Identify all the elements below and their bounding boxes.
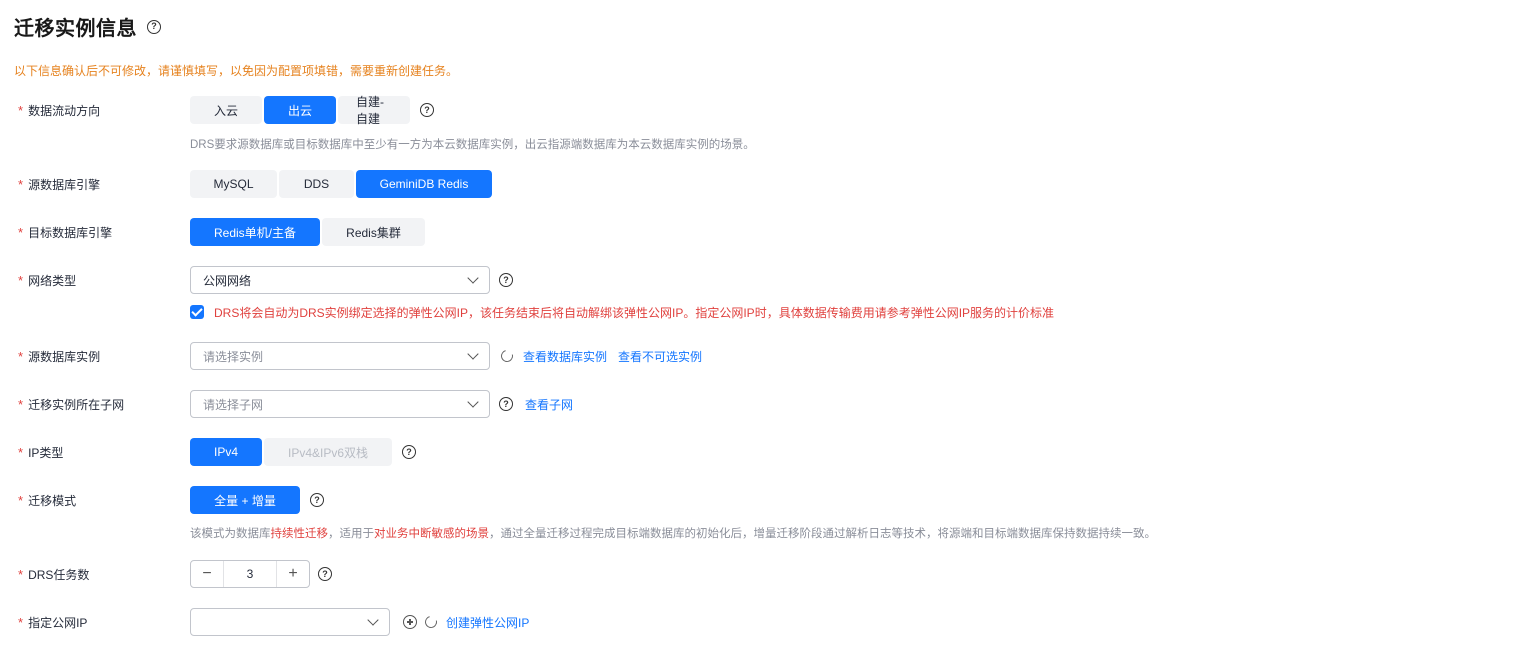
refresh-icon[interactable] — [498, 347, 516, 365]
view-instance-link[interactable]: 查看数据库实例 — [523, 348, 607, 365]
required-mark: * — [18, 348, 24, 364]
source-engine-field: MySQL DDS GeminiDB Redis — [190, 170, 492, 198]
migration-mode-field: 全量 + 增量 ? — [190, 486, 324, 514]
help-icon[interactable]: ? — [420, 103, 434, 117]
subnet-select[interactable]: 请选择子网 — [190, 390, 490, 418]
eip-checkbox-text: DRS将会自动为DRS实例绑定选择的弹性公网IP，该任务结束后将自动解绑该弹性公… — [214, 305, 1055, 320]
flow-direction-label: 数据流动方向 — [28, 103, 101, 118]
help-icon[interactable]: ? — [402, 445, 416, 459]
required-mark: * — [18, 614, 24, 630]
option-ipv4[interactable]: IPv4 — [190, 438, 262, 466]
required-mark: * — [18, 102, 24, 118]
increment-button[interactable]: + — [277, 561, 309, 587]
eip-checkbox[interactable] — [190, 305, 204, 319]
option-redis-cluster[interactable]: Redis集群 — [322, 218, 425, 246]
field-label: * 数据流动方向 — [18, 96, 100, 124]
source-instance-label: 源数据库实例 — [28, 349, 101, 364]
ip-type-segment: IPv4 IPv4&IPv6双栈 — [190, 438, 392, 466]
chevron-down-icon — [467, 348, 479, 360]
required-mark: * — [18, 272, 24, 288]
target-engine-field: Redis单机/主备 Redis集群 — [190, 218, 425, 246]
field-label: * 迁移模式 — [18, 486, 76, 514]
public-ip-label: 指定公网IP — [28, 615, 88, 630]
target-engine-segment: Redis单机/主备 Redis集群 — [190, 218, 425, 246]
section-title: 迁移实例信息 — [14, 18, 137, 40]
task-count-input[interactable]: 3 — [223, 561, 277, 587]
field-label: * 网络类型 — [18, 266, 76, 294]
required-mark: * — [18, 566, 24, 582]
required-mark: * — [18, 224, 24, 240]
hint-text: 该模式为数据库 — [190, 528, 271, 540]
chevron-down-icon — [467, 272, 479, 284]
required-mark: * — [18, 396, 24, 412]
field-label: * IP类型 — [18, 438, 63, 466]
flow-direction-field: 入云 出云 自建-自建 ? — [190, 95, 434, 126]
add-circle-icon[interactable] — [403, 615, 417, 629]
migration-mode-hint: 该模式为数据库持续性迁移，适用于对业务中断敏感的场景，通过全量迁移过程完成目标端… — [190, 525, 1156, 541]
field-label: * 指定公网IP — [18, 608, 87, 636]
target-engine-label: 目标数据库引擎 — [28, 225, 113, 240]
help-icon[interactable]: ? — [499, 273, 513, 287]
source-instance-select[interactable]: 请选择实例 — [190, 342, 490, 370]
field-label: * DRS任务数 — [18, 560, 89, 588]
public-ip-field: 创建弹性公网IP — [190, 608, 529, 636]
source-instance-placeholder: 请选择实例 — [203, 349, 264, 364]
source-engine-label: 源数据库引擎 — [28, 177, 101, 192]
option-dds[interactable]: DDS — [279, 170, 354, 198]
section-header: 迁移实例信息 ? — [14, 12, 161, 41]
hint-text: ，适用于 — [328, 528, 374, 540]
flow-direction-hint: DRS要求源数据库或目标数据库中至少有一方为本云数据库实例，出云指源端数据库为本… — [190, 139, 755, 151]
help-icon[interactable]: ? — [318, 567, 332, 581]
help-icon[interactable]: ? — [499, 397, 513, 411]
subnet-field: 请选择子网 ? 查看子网 — [190, 390, 573, 418]
notice-text: 以下信息确认后不可修改，请谨慎填写，以免因为配置项填错，需要重新创建任务。 — [14, 64, 459, 78]
hint-highlight: 持续性迁移 — [270, 528, 329, 540]
network-type-label: 网络类型 — [28, 273, 77, 288]
source-engine-segment: MySQL DDS GeminiDB Redis — [190, 170, 492, 198]
network-type-field: 公网网络 ? — [190, 266, 513, 294]
hint-text: ，通过全量迁移过程完成目标端数据库的初始化后，增量迁移阶段通过解析日志等技术，将… — [489, 528, 1156, 540]
flow-direction-segment: 入云 出云 自建-自建 — [190, 95, 410, 126]
option-geminidb-redis[interactable]: GeminiDB Redis — [356, 170, 492, 198]
view-unavailable-link[interactable]: 查看不可选实例 — [618, 348, 702, 365]
task-count-label: DRS任务数 — [28, 567, 90, 582]
ip-type-field: IPv4 IPv4&IPv6双栈 ? — [190, 438, 416, 466]
view-subnet-link[interactable]: 查看子网 — [525, 396, 573, 413]
required-mark: * — [18, 492, 24, 508]
chevron-down-icon — [367, 614, 379, 626]
ip-type-label: IP类型 — [28, 445, 64, 460]
subnet-label: 迁移实例所在子网 — [28, 397, 125, 412]
create-eip-link[interactable]: 创建弹性公网IP — [446, 614, 529, 631]
source-instance-field: 请选择实例 查看数据库实例 查看不可选实例 — [190, 342, 702, 370]
eip-checkbox-row: DRS将会自动为DRS实例绑定选择的弹性公网IP，该任务结束后将自动解绑该弹性公… — [190, 298, 1054, 326]
help-icon[interactable]: ? — [147, 19, 161, 34]
field-label: * 目标数据库引擎 — [18, 218, 112, 246]
public-ip-select[interactable] — [190, 608, 390, 636]
hint-highlight: 对业务中断敏感的场景 — [374, 528, 489, 540]
option-full-incremental[interactable]: 全量 + 增量 — [190, 486, 300, 514]
migration-mode-label: 迁移模式 — [28, 493, 77, 508]
option-self-built[interactable]: 自建-自建 — [338, 95, 410, 126]
task-count-stepper: − 3 + — [190, 560, 310, 588]
option-dual-stack: IPv4&IPv6双栈 — [264, 438, 392, 466]
help-icon[interactable]: ? — [310, 493, 324, 507]
option-in-cloud[interactable]: 入云 — [190, 96, 262, 124]
network-type-value: 公网网络 — [203, 273, 252, 288]
decrement-button[interactable]: − — [191, 561, 223, 587]
option-mysql[interactable]: MySQL — [190, 170, 277, 198]
required-mark: * — [18, 176, 24, 192]
field-label: * 迁移实例所在子网 — [18, 390, 124, 418]
option-out-cloud[interactable]: 出云 — [264, 96, 336, 124]
field-label: * 源数据库实例 — [18, 342, 100, 370]
chevron-down-icon — [467, 396, 479, 408]
task-count-field: − 3 + ? — [190, 560, 332, 588]
network-type-select[interactable]: 公网网络 — [190, 266, 490, 294]
option-redis-single[interactable]: Redis单机/主备 — [190, 218, 320, 246]
required-mark: * — [18, 444, 24, 460]
refresh-icon[interactable] — [422, 613, 440, 631]
field-label: * 源数据库引擎 — [18, 170, 100, 198]
subnet-placeholder: 请选择子网 — [203, 397, 264, 412]
